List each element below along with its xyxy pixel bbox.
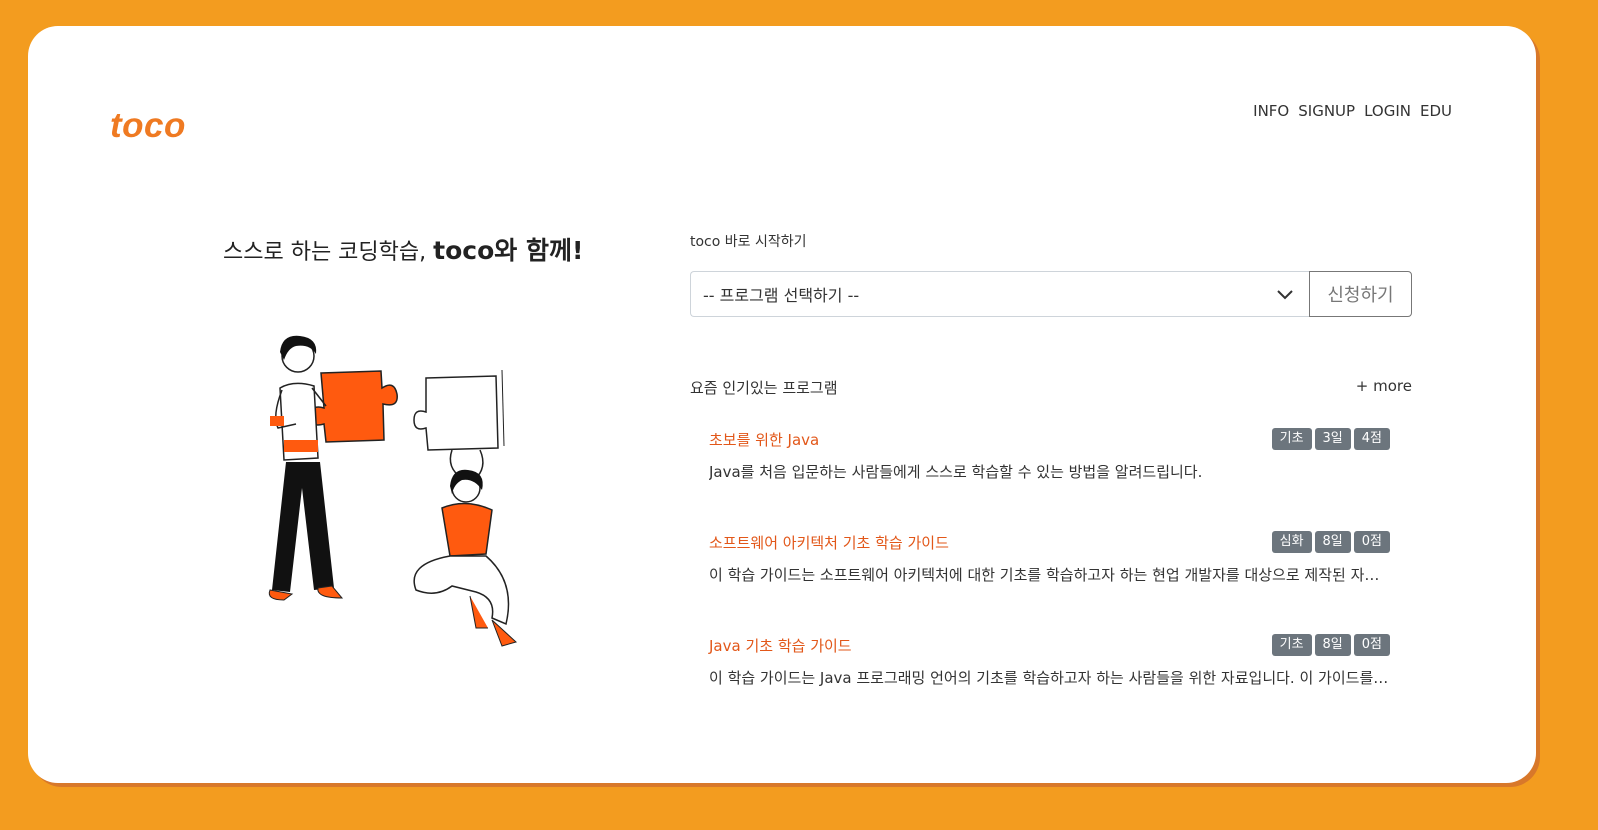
program-select-value: -- 프로그램 선택하기 --: [703, 286, 860, 305]
nav-login[interactable]: LOGIN: [1364, 102, 1411, 120]
program-select-row: -- 프로그램 선택하기 -- 신청하기: [690, 271, 1412, 317]
top-nav: INFO SIGNUP LOGIN EDU: [1253, 102, 1452, 120]
program-description: 이 학습 가이드는 소프트웨어 아키텍처에 대한 기초를 학습하고자 하는 현업…: [709, 566, 1390, 584]
score-badge: 0점: [1353, 531, 1390, 553]
start-label: toco 바로 시작하기: [690, 234, 807, 250]
hero-tagline: 스스로 하는 코딩학습, toco와 함께!: [223, 231, 583, 267]
white-puzzle-piece: [413, 369, 505, 451]
program-select[interactable]: -- 프로그램 선택하기 --: [690, 271, 1309, 317]
program-title[interactable]: Java 기초 학습 가이드: [709, 635, 852, 656]
nav-info[interactable]: INFO: [1253, 102, 1289, 120]
level-badge: 심화: [1271, 531, 1312, 553]
program-description: 이 학습 가이드는 Java 프로그래밍 언어의 기초를 학습하고자 하는 사람…: [709, 669, 1390, 687]
program-item: 초보를 위한 Java 기초 3일 4점 Java를 처음 입문하는 사람들에게…: [690, 426, 1412, 529]
chevron-down-icon: [1277, 285, 1293, 304]
program-list: 초보를 위한 Java 기초 3일 4점 Java를 처음 입문하는 사람들에게…: [690, 426, 1412, 735]
tagline-strong: toco와 함께!: [433, 236, 584, 265]
puzzle-illustration: [268, 335, 517, 647]
program-badges: 심화 8일 0점: [1271, 531, 1390, 553]
jumping-person: [413, 449, 517, 647]
orange-puzzle-piece: [309, 370, 398, 443]
program-badges: 기초 3일 4점: [1271, 428, 1390, 450]
program-title[interactable]: 초보를 위한 Java: [709, 429, 819, 450]
duration-badge: 8일: [1314, 531, 1351, 553]
program-description: Java를 처음 입문하는 사람들에게 스스로 학습할 수 있는 방법을 알려드…: [709, 463, 1203, 481]
score-badge: 4점: [1353, 428, 1390, 450]
program-badges: 기초 8일 0점: [1271, 634, 1390, 656]
duration-badge: 3일: [1314, 428, 1351, 450]
program-item: Java 기초 학습 가이드 기초 8일 0점 이 학습 가이드는 Java 프…: [690, 632, 1412, 735]
right-column: toco 바로 시작하기 -- 프로그램 선택하기 -- 신청하기 요즘 인기있…: [690, 231, 1412, 735]
nav-edu[interactable]: EDU: [1420, 102, 1452, 120]
score-badge: 0점: [1353, 634, 1390, 656]
popular-header: 요즘 인기있는 프로그램 + more: [690, 377, 1412, 398]
duration-badge: 8일: [1314, 634, 1351, 656]
more-link[interactable]: + more: [1356, 377, 1412, 398]
level-badge: 기초: [1271, 634, 1312, 656]
tagline-normal: 스스로 하는 코딩학습,: [223, 240, 434, 265]
level-badge: 기초: [1271, 428, 1312, 450]
apply-button[interactable]: 신청하기: [1309, 271, 1412, 317]
popular-heading: 요즘 인기있는 프로그램: [690, 379, 838, 397]
main-card: toco INFO SIGNUP LOGIN EDU 스스로 하는 코딩학습, …: [28, 26, 1536, 783]
nav-signup[interactable]: SIGNUP: [1298, 102, 1355, 120]
program-item: 소프트웨어 아키텍처 기초 학습 가이드 심화 8일 0점 이 학습 가이드는 …: [690, 529, 1412, 632]
logo[interactable]: toco: [110, 106, 186, 146]
program-title[interactable]: 소프트웨어 아키텍처 기초 학습 가이드: [709, 532, 949, 553]
